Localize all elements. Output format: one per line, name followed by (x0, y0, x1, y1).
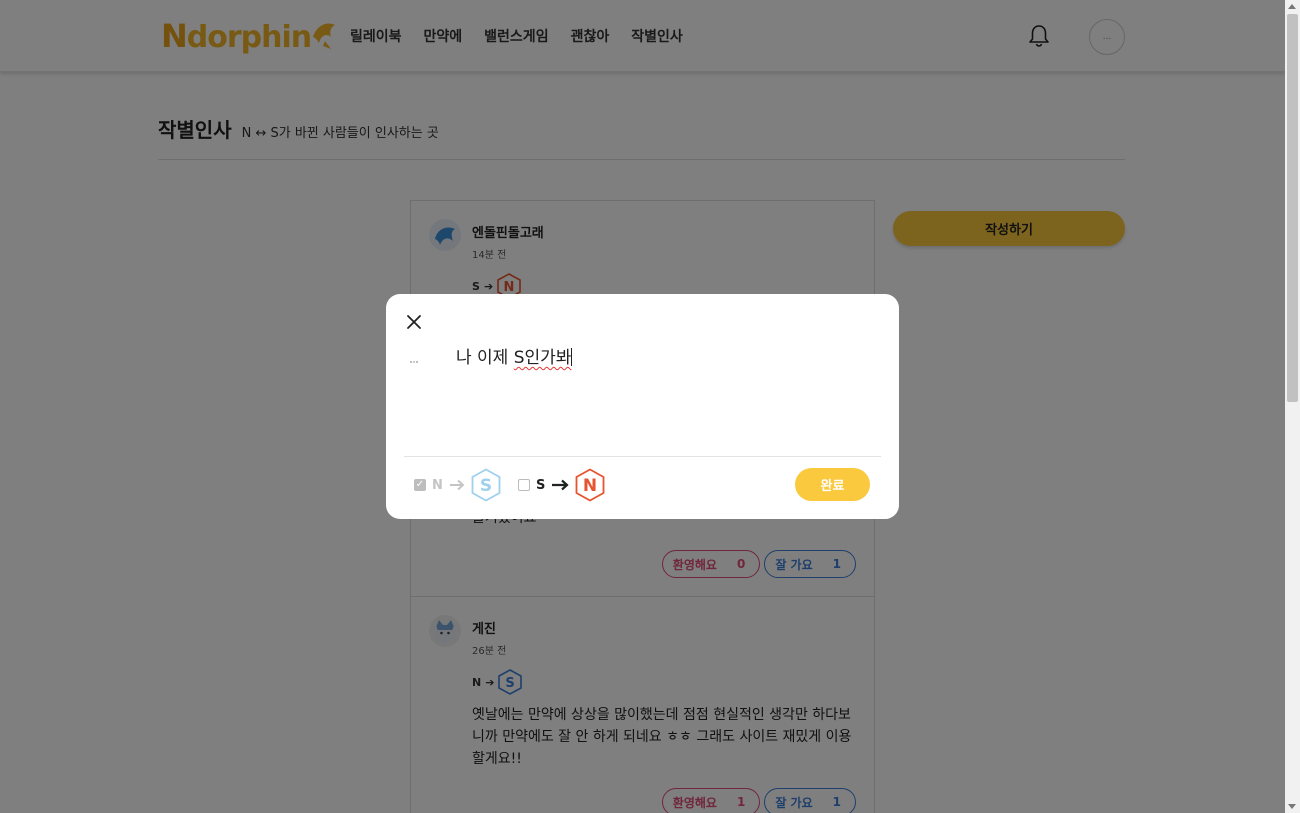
s-hexagon-icon: S (471, 468, 501, 502)
s-glyph: S (480, 476, 492, 496)
modal-divider (404, 456, 881, 457)
done-button[interactable]: 완료 (795, 468, 870, 501)
text-caret (571, 348, 573, 366)
scroll-up-arrow-icon[interactable] (1288, 4, 1296, 9)
user-avatar-icon (410, 361, 418, 363)
write-modal: 나 이제 S인가봐 ✓ N S S N 완료 (386, 294, 899, 519)
arrow-right-icon (552, 479, 570, 491)
avatar (408, 358, 420, 368)
n-hexagon-icon: N (575, 468, 605, 502)
text-prefix: 나 이제 (456, 348, 514, 368)
option-from: N (432, 477, 443, 493)
option-s-to-n-checkbox[interactable] (518, 479, 530, 491)
text-typed: S인가봐 (513, 348, 572, 368)
close-icon[interactable] (406, 314, 422, 330)
option-from: S (536, 477, 546, 493)
farewell-textarea[interactable]: 나 이제 S인가봐 (456, 343, 573, 368)
scrollbar-thumb[interactable] (1287, 14, 1298, 402)
scroll-down-arrow-icon[interactable] (1288, 804, 1296, 809)
option-n-to-s[interactable]: ✓ N S (414, 468, 501, 502)
option-s-to-n[interactable]: S N (518, 468, 605, 502)
page-scrollbar[interactable] (1285, 0, 1300, 813)
arrow-right-icon (449, 479, 465, 491)
option-n-to-s-checkbox[interactable]: ✓ (414, 479, 426, 491)
n-glyph: N (583, 476, 597, 496)
